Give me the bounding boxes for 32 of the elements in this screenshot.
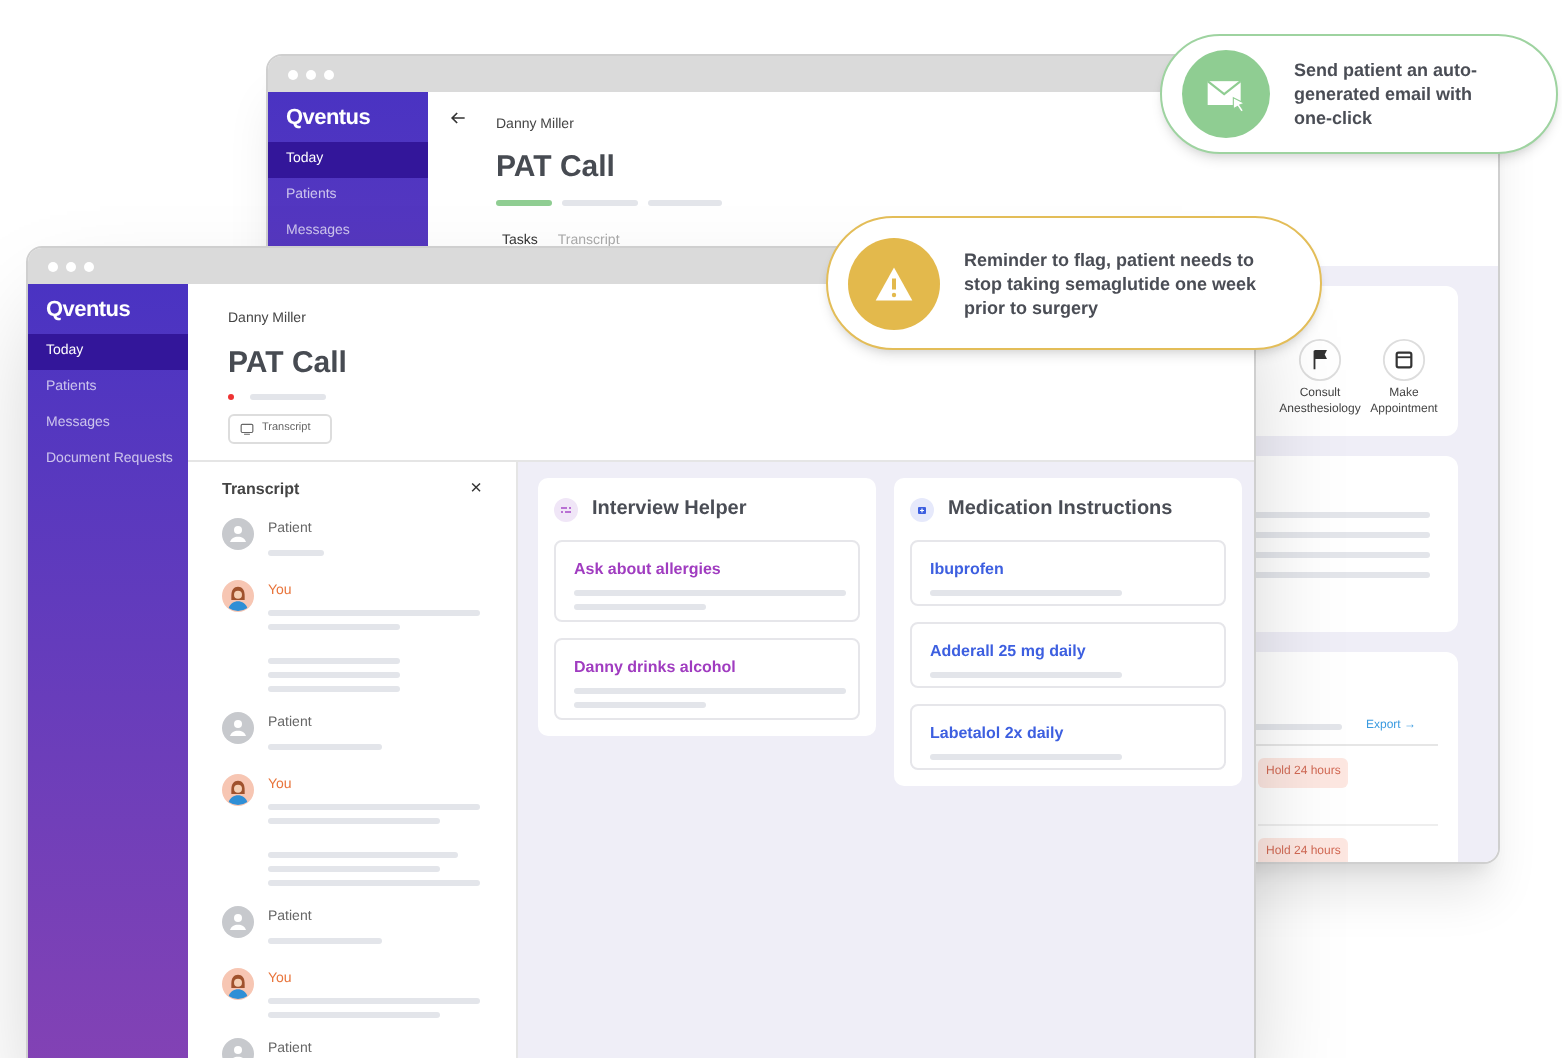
medical-bag-icon <box>910 497 934 521</box>
list-item[interactable]: Ask about allergies <box>554 540 860 622</box>
item-title: Ibuprofen <box>930 558 1006 582</box>
callout-text: Send patient an auto-generated email with one-click <box>1294 58 1480 130</box>
person-avatar-icon <box>222 967 254 999</box>
person-avatar-icon <box>222 579 254 611</box>
flag-icon <box>1298 338 1342 382</box>
list-item[interactable]: Labetalol 2x daily <box>910 704 1226 770</box>
screen-icon <box>240 422 254 436</box>
list-item[interactable]: Adderall 25 mg daily <box>910 622 1226 688</box>
callout-text: Reminder to flag, patient needs to stop taking semaglutide one week prior to surgery <box>964 247 1259 319</box>
close-button[interactable]: × <box>470 480 482 500</box>
card-title: Medication Instructions <box>948 496 1173 524</box>
page-title: PAT Call <box>228 343 347 383</box>
item-title: Danny drinks alcohol <box>574 656 738 680</box>
person-avatar-icon <box>222 906 254 938</box>
card-title: Interview Helper <box>592 496 747 524</box>
logo: Qventus <box>284 104 373 134</box>
calendar-icon <box>1382 338 1426 382</box>
person-avatar-icon <box>222 773 254 805</box>
page-title: PAT Call <box>496 147 617 187</box>
item-title: Ask about allergies <box>574 558 723 582</box>
panel-title: Transcript <box>222 478 300 502</box>
logo: Qventus <box>44 296 133 326</box>
person-avatar-icon <box>222 712 254 744</box>
list-item[interactable]: Ibuprofen <box>910 540 1226 606</box>
back-arrow-icon <box>448 108 468 128</box>
list-item[interactable]: Danny drinks alcohol <box>554 638 860 720</box>
item-title: Adderall 25 mg daily <box>930 640 1088 664</box>
item-title: Labetalol 2x daily <box>930 722 1066 746</box>
adjust-icon <box>554 497 578 521</box>
person-avatar-icon <box>222 518 254 550</box>
